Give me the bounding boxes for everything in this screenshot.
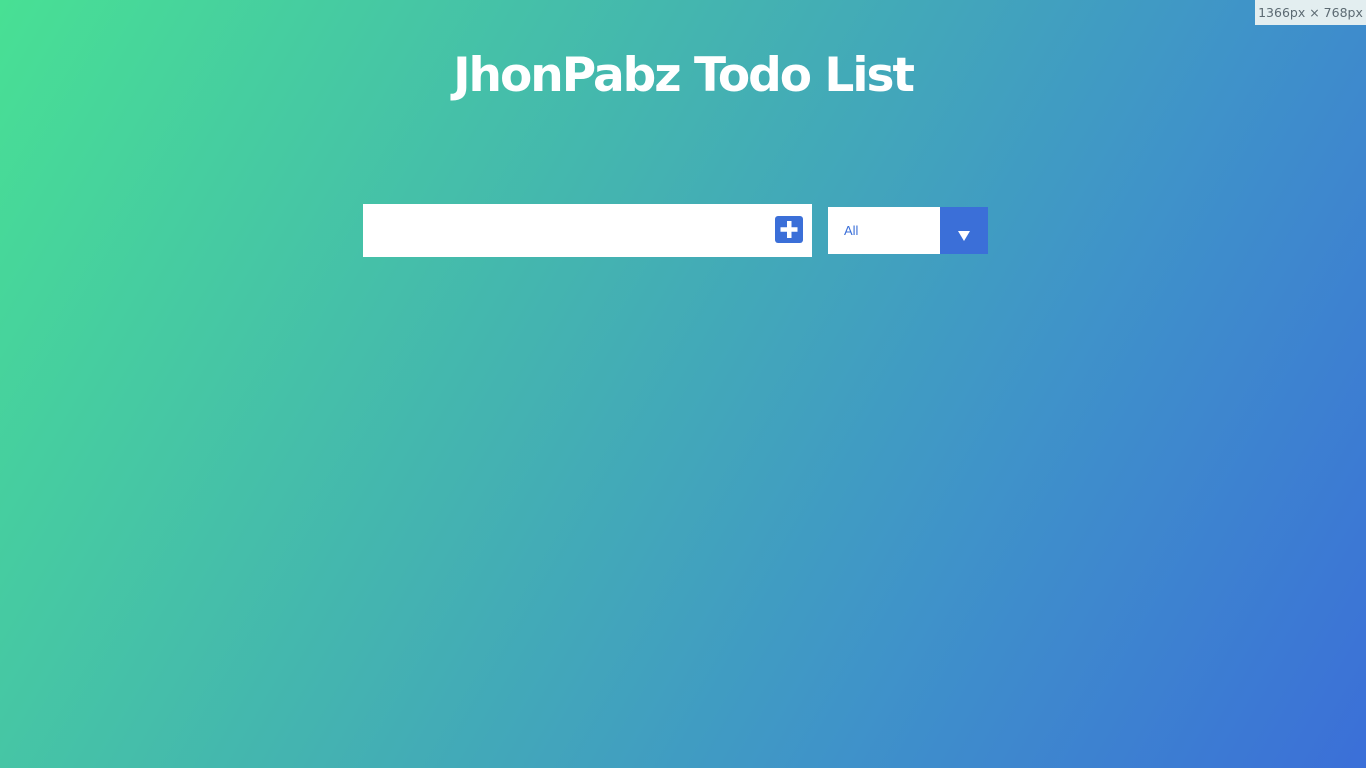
filter-selected-value: All xyxy=(844,223,859,238)
filter-dropdown-toggle[interactable] xyxy=(940,207,988,254)
todo-input[interactable] xyxy=(363,204,763,257)
page-title: JhonPabz Todo List xyxy=(453,48,915,103)
todo-input-container xyxy=(363,204,812,257)
plus-square-icon xyxy=(780,221,798,238)
todo-form: All xyxy=(363,204,988,257)
triangle-down-icon xyxy=(958,231,970,241)
viewport-size-badge: 1366px × 768px xyxy=(1255,0,1366,25)
filter-select[interactable]: All xyxy=(828,207,988,254)
add-todo-button[interactable] xyxy=(775,216,803,243)
